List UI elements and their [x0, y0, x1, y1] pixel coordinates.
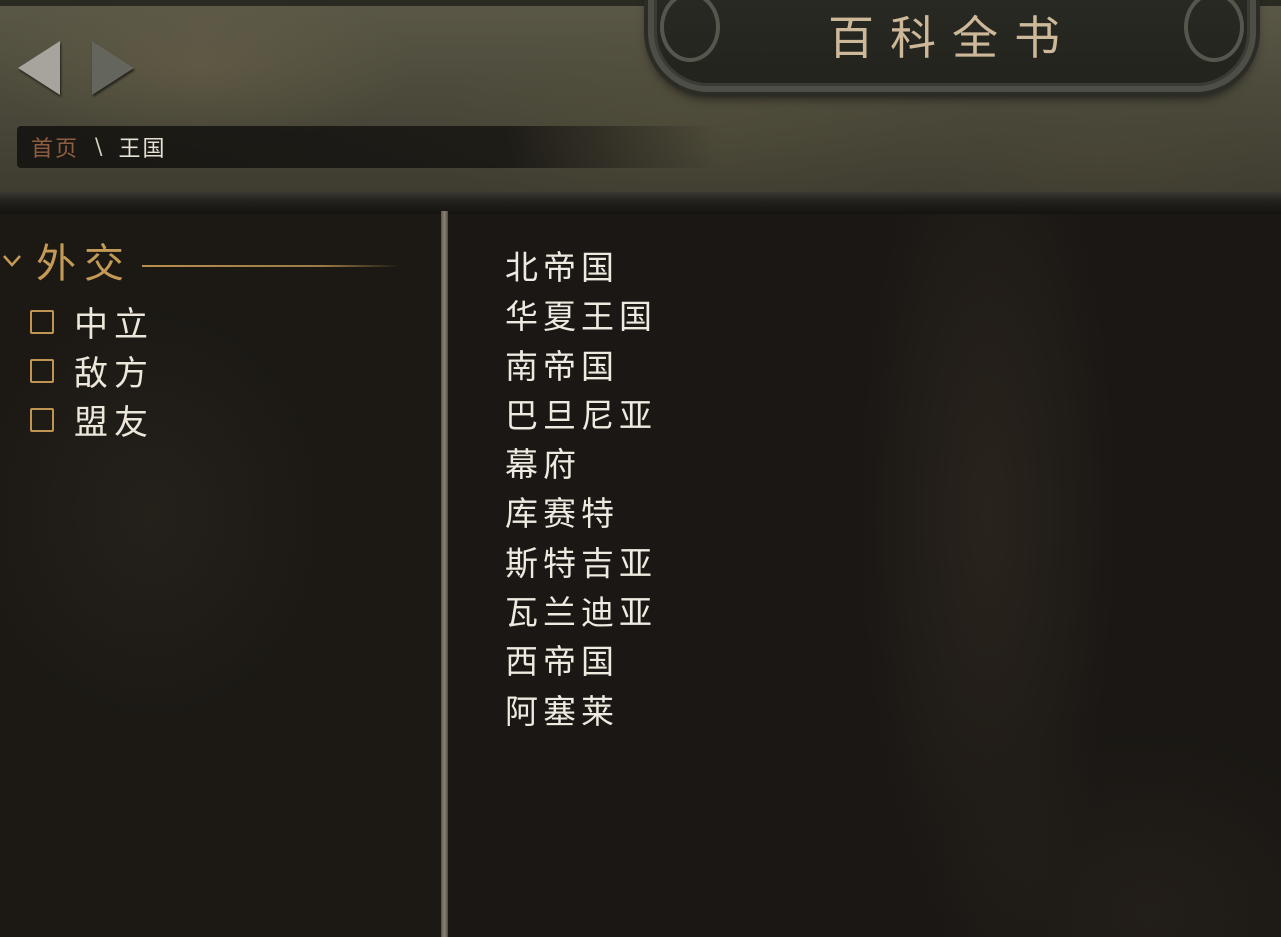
- kingdom-list: 北帝国 华夏王国 南帝国 巴旦尼亚 幕府 库赛特 斯特吉亚 瓦兰迪亚 西帝国 阿…: [505, 243, 657, 736]
- diplomacy-section-toggle[interactable]: 外交: [0, 232, 400, 288]
- filter-label: 敌方: [74, 354, 154, 394]
- section-rule: [142, 265, 400, 267]
- list-item[interactable]: 阿塞莱: [505, 687, 657, 736]
- breadcrumb: 首页 \ 王国: [17, 126, 717, 168]
- filter-item-neutral[interactable]: 中立: [30, 297, 154, 346]
- encyclopedia-screen: 首页 \ 王国 百科全书 外交 中立 敌方 盟友 北帝国 华夏王国 南帝国 巴旦…: [0, 0, 1281, 937]
- arrow-right-icon[interactable]: [92, 41, 134, 95]
- list-item[interactable]: 瓦兰迪亚: [505, 588, 657, 637]
- chevron-down-icon: [3, 255, 21, 267]
- filter-item-enemy[interactable]: 敌方: [30, 346, 154, 395]
- section-title: 外交: [36, 241, 132, 287]
- list-item[interactable]: 巴旦尼亚: [505, 391, 657, 440]
- list-item[interactable]: 南帝国: [505, 342, 657, 391]
- header-divider: [0, 192, 1281, 214]
- list-item[interactable]: 斯特吉亚: [505, 539, 657, 588]
- list-item[interactable]: 华夏王国: [505, 292, 657, 341]
- title-plaque: 百科全书: [648, 0, 1256, 92]
- list-item[interactable]: 库赛特: [505, 489, 657, 538]
- list-item[interactable]: 西帝国: [505, 637, 657, 686]
- arrow-left-icon[interactable]: [18, 41, 60, 95]
- checkbox[interactable]: [30, 309, 54, 334]
- breadcrumb-home-link[interactable]: 首页: [31, 131, 79, 163]
- panel-divider: [441, 211, 448, 937]
- checkbox[interactable]: [30, 407, 54, 432]
- breadcrumb-separator: \: [95, 134, 103, 160]
- breadcrumb-current: 王国: [118, 137, 167, 162]
- page-title: 百科全书: [828, 11, 1076, 65]
- list-item[interactable]: 北帝国: [505, 243, 657, 292]
- header-banner: 首页 \ 王国 百科全书: [0, 0, 1281, 197]
- filter-list: 中立 敌方 盟友: [30, 297, 154, 444]
- filter-label: 盟友: [74, 403, 154, 443]
- checkbox[interactable]: [30, 358, 54, 383]
- filter-label: 中立: [74, 305, 154, 345]
- filter-item-ally[interactable]: 盟友: [30, 395, 154, 444]
- list-item[interactable]: 幕府: [505, 440, 657, 489]
